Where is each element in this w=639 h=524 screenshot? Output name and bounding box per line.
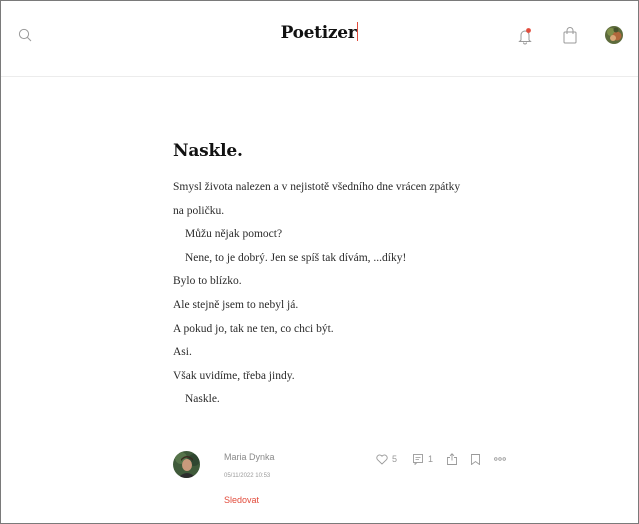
bookmark-icon bbox=[471, 453, 480, 465]
comment-button[interactable]: 1 bbox=[413, 453, 434, 465]
poem-line: Můžu nějak pomoct? bbox=[185, 228, 283, 241]
poem-line: Však uvidíme, třeba jindy. bbox=[173, 369, 295, 382]
poem-line: Bylo to blízko. bbox=[173, 275, 242, 288]
share-icon bbox=[447, 453, 457, 465]
poem-line: na poličku. bbox=[173, 204, 225, 217]
poem-line: Smysl života nalezen a v nejistotě všedn… bbox=[173, 181, 461, 193]
like-count: 5 bbox=[392, 454, 398, 464]
poem-line: A pokud jo, tak ne ten, co chci být. bbox=[173, 322, 334, 335]
post-date: 05/11/2022 10:53 bbox=[224, 473, 271, 479]
bookmark-button[interactable] bbox=[471, 453, 480, 465]
like-button[interactable]: 5 bbox=[376, 454, 397, 465]
comment-count: 1 bbox=[428, 454, 434, 464]
logo-cursor-mark bbox=[357, 22, 359, 41]
poem-title: Naskle. bbox=[173, 141, 243, 161]
logo[interactable]: Poetizer bbox=[1, 22, 638, 43]
follow-button[interactable]: Sledovat bbox=[224, 495, 259, 505]
bag-icon[interactable] bbox=[562, 26, 578, 45]
user-avatar[interactable] bbox=[602, 23, 626, 47]
author-name[interactable]: Maria Dynka bbox=[224, 452, 275, 462]
share-button[interactable] bbox=[447, 453, 457, 465]
poem-line: Naskle. bbox=[185, 393, 220, 406]
more-options-button[interactable] bbox=[494, 457, 506, 461]
author-avatar[interactable] bbox=[173, 451, 200, 478]
comment-icon bbox=[413, 453, 423, 465]
bell-icon[interactable] bbox=[517, 27, 533, 45]
poem-line: Asi. bbox=[173, 346, 192, 359]
poem-line: Nene, to je dobrý. Jen se spíš tak dívám… bbox=[185, 251, 407, 264]
more-dots-icon bbox=[494, 457, 506, 461]
heart-icon bbox=[376, 454, 388, 465]
poem-line: Ale stejně jsem to nebyl já. bbox=[173, 298, 299, 311]
poem: Naskle. Smysl života nalezen a v nejisto… bbox=[173, 141, 533, 412]
poem-actions: 5 1 bbox=[376, 452, 506, 466]
page-frame: Poetizer Naskle. Smysl života nalezen a … bbox=[0, 0, 639, 524]
logo-text: Poetizer bbox=[280, 23, 357, 43]
top-bar: Poetizer bbox=[1, 1, 638, 77]
